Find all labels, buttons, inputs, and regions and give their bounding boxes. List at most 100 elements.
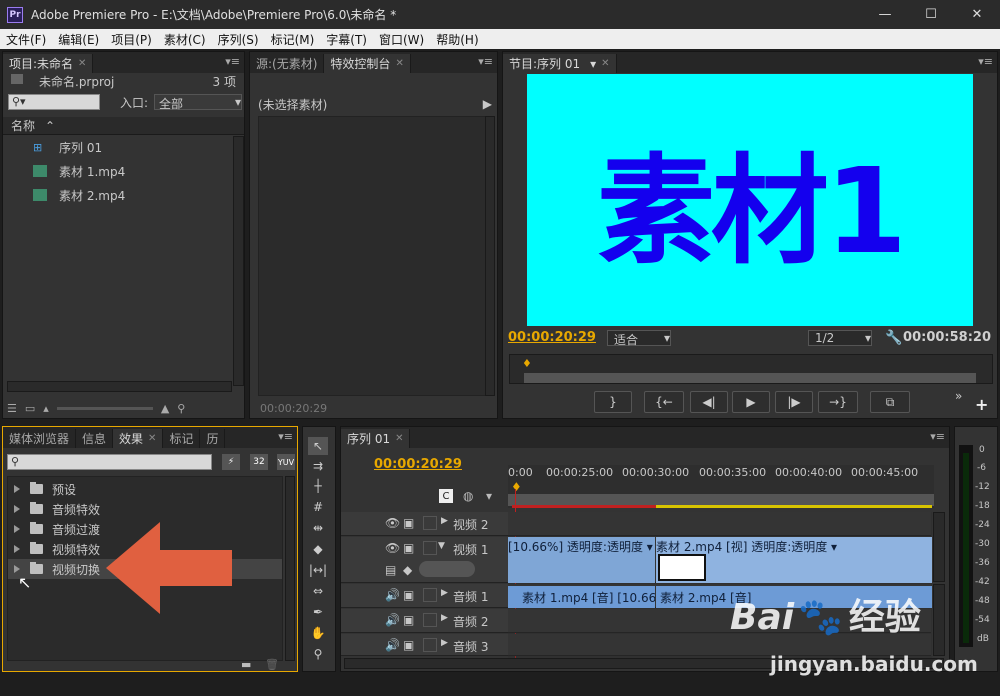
- track-select-tool-icon[interactable]: ⇉: [308, 457, 328, 475]
- tab-markers[interactable]: 标记: [163, 429, 201, 448]
- lock-toggle[interactable]: [423, 613, 437, 627]
- clip-video-1a[interactable]: [10.66%] 透明度:透明度 ▾: [508, 537, 655, 583]
- zoom-scroll-bar[interactable]: [524, 373, 976, 383]
- timeline-current-time[interactable]: 00:00:20:29: [374, 457, 462, 472]
- tab-effect-controls[interactable]: 特效控制台 ✕: [324, 54, 411, 73]
- menu-file[interactable]: 文件(F): [0, 31, 52, 48]
- panel-menu-icon[interactable]: ▾≡: [978, 55, 993, 68]
- zoom-slider[interactable]: [56, 406, 153, 410]
- play-arrow-icon[interactable]: ▶: [483, 97, 492, 111]
- close-icon[interactable]: ✕: [601, 58, 609, 69]
- menu-edit[interactable]: 编辑(E): [52, 31, 105, 48]
- close-icon[interactable]: ✕: [395, 58, 403, 69]
- name-column-header[interactable]: 名称 ⌃: [3, 117, 244, 135]
- step-forward-button[interactable]: |▶: [775, 391, 813, 413]
- expand-arrow-icon[interactable]: ▶: [441, 588, 448, 598]
- menu-project[interactable]: 项目(P): [105, 31, 158, 48]
- add-button-icon[interactable]: +: [975, 395, 988, 414]
- rolling-edit-tool-icon[interactable]: #: [308, 498, 328, 516]
- fit-dropdown[interactable]: 适合 ▾: [607, 330, 671, 347]
- razor-tool-icon[interactable]: ◆: [308, 540, 328, 558]
- panel-menu-icon[interactable]: ▾≡: [225, 55, 240, 68]
- tree-item-presets[interactable]: 预设: [14, 479, 76, 499]
- delete-icon[interactable]: 🗑: [265, 658, 279, 671]
- timeline-ruler[interactable]: 0:00 00:00:25:00 00:00:30:00 00:00:35:00…: [508, 465, 934, 508]
- expand-arrow-icon[interactable]: ▶: [441, 638, 448, 648]
- vertical-scrollbar[interactable]: [285, 476, 295, 661]
- list-item[interactable]: 素材 1.mp4: [33, 161, 125, 181]
- vertical-scrollbar[interactable]: [485, 116, 495, 396]
- close-icon[interactable]: ✕: [78, 58, 86, 69]
- play-button[interactable]: ▶: [732, 391, 770, 413]
- snap-icon[interactable]: C: [439, 489, 453, 503]
- zoom-in-icon[interactable]: ▲: [161, 402, 169, 415]
- panel-menu-icon[interactable]: ▾≡: [278, 430, 293, 443]
- minimize-button[interactable]: —: [862, 0, 908, 29]
- camera-icon[interactable]: ▣: [403, 541, 414, 555]
- speaker-icon[interactable]: 🔊: [385, 613, 400, 627]
- list-view-icon[interactable]: ☰: [7, 402, 17, 415]
- wrench-icon[interactable]: 🔧: [885, 330, 902, 346]
- zoom-out-icon[interactable]: ▴: [43, 402, 49, 415]
- eye-icon[interactable]: 👁: [385, 541, 400, 555]
- program-current-time[interactable]: 00:00:20:29: [508, 330, 596, 345]
- menu-marker[interactable]: 标记(M): [265, 31, 321, 48]
- panel-menu-icon[interactable]: ▾≡: [930, 430, 945, 443]
- pen-tool-icon[interactable]: ✒: [308, 603, 328, 621]
- collapse-arrow-icon[interactable]: ▼: [438, 541, 445, 551]
- playhead-icon[interactable]: ♦: [522, 357, 532, 370]
- tab-source[interactable]: 源:(无素材): [250, 54, 325, 73]
- tab-program[interactable]: 节目:序列 01 ▾ ✕: [503, 54, 617, 73]
- expand-arrow-icon[interactable]: [14, 565, 20, 573]
- video-tracks-scrollbar[interactable]: [933, 512, 945, 582]
- maximize-button[interactable]: ☐: [908, 0, 954, 29]
- expand-arrow-icon[interactable]: ▶: [441, 516, 448, 526]
- camera-icon[interactable]: ▣: [403, 613, 414, 627]
- hand-tool-icon[interactable]: ✋: [308, 624, 328, 642]
- camera-icon[interactable]: ▣: [403, 588, 414, 602]
- tab-project[interactable]: 项目:未命名 ✕: [3, 54, 94, 73]
- expand-arrow-icon[interactable]: [14, 525, 20, 533]
- program-scrubber[interactable]: ♦: [509, 354, 993, 384]
- camera-icon[interactable]: ▣: [403, 516, 414, 530]
- lock-toggle[interactable]: [423, 588, 437, 602]
- new-bin-icon[interactable]: ▬: [241, 658, 251, 671]
- playhead-icon[interactable]: ♦: [511, 480, 522, 494]
- expand-arrow-icon[interactable]: [14, 545, 20, 553]
- tab-history[interactable]: 历: [200, 429, 226, 448]
- mark-out-button[interactable]: }: [594, 391, 632, 413]
- close-icon[interactable]: ✕: [395, 433, 403, 444]
- more-controls-icon[interactable]: »: [955, 389, 962, 403]
- keyframe-icon[interactable]: ◆: [403, 563, 412, 577]
- find-icon[interactable]: ⚲: [177, 402, 185, 415]
- chevron-down-icon[interactable]: ▾: [590, 57, 596, 71]
- expand-arrow-icon[interactable]: [14, 505, 20, 513]
- go-to-out-button[interactable]: →}: [818, 391, 858, 413]
- project-search-input[interactable]: ⚲▾: [8, 94, 100, 110]
- 32bit-effects-icon[interactable]: 32: [250, 454, 268, 470]
- eye-icon[interactable]: 👁: [385, 516, 400, 530]
- tree-item-video-effects[interactable]: 视频特效: [14, 539, 100, 559]
- slide-tool-icon[interactable]: ⇔: [308, 582, 328, 600]
- rate-stretch-tool-icon[interactable]: ⇹: [308, 519, 328, 537]
- panel-menu-icon[interactable]: ▾≡: [478, 55, 493, 68]
- menu-title[interactable]: 字幕(T): [320, 31, 373, 48]
- menu-clip[interactable]: 素材(C): [158, 31, 212, 48]
- yuv-effects-icon[interactable]: YUV: [277, 454, 295, 470]
- tree-item-audio-effects[interactable]: 音频特效: [14, 499, 100, 519]
- lock-toggle[interactable]: [423, 638, 437, 652]
- icon-view-icon[interactable]: ▭: [25, 402, 35, 415]
- menu-window[interactable]: 窗口(W): [373, 31, 430, 48]
- horizontal-scrollbar[interactable]: [7, 381, 232, 392]
- step-back-button[interactable]: ◀|: [690, 391, 728, 413]
- menu-help[interactable]: 帮助(H): [430, 31, 484, 48]
- resolution-dropdown[interactable]: 1/2 ▾: [808, 330, 872, 346]
- tab-sequence[interactable]: 序列 01 ✕: [341, 429, 411, 448]
- display-style-icon[interactable]: ▤: [385, 563, 396, 577]
- tab-info[interactable]: 信息: [76, 429, 114, 448]
- ripple-edit-tool-icon[interactable]: ┼: [308, 477, 328, 495]
- add-marker-icon[interactable]: ▾: [486, 489, 492, 503]
- clip-audio-1a[interactable]: 素材 1.mp4 [音] [10.66%]: [508, 586, 655, 608]
- sequence-marker-icon[interactable]: ◍: [463, 489, 473, 503]
- entry-dropdown[interactable]: 全部 ▾: [154, 94, 242, 111]
